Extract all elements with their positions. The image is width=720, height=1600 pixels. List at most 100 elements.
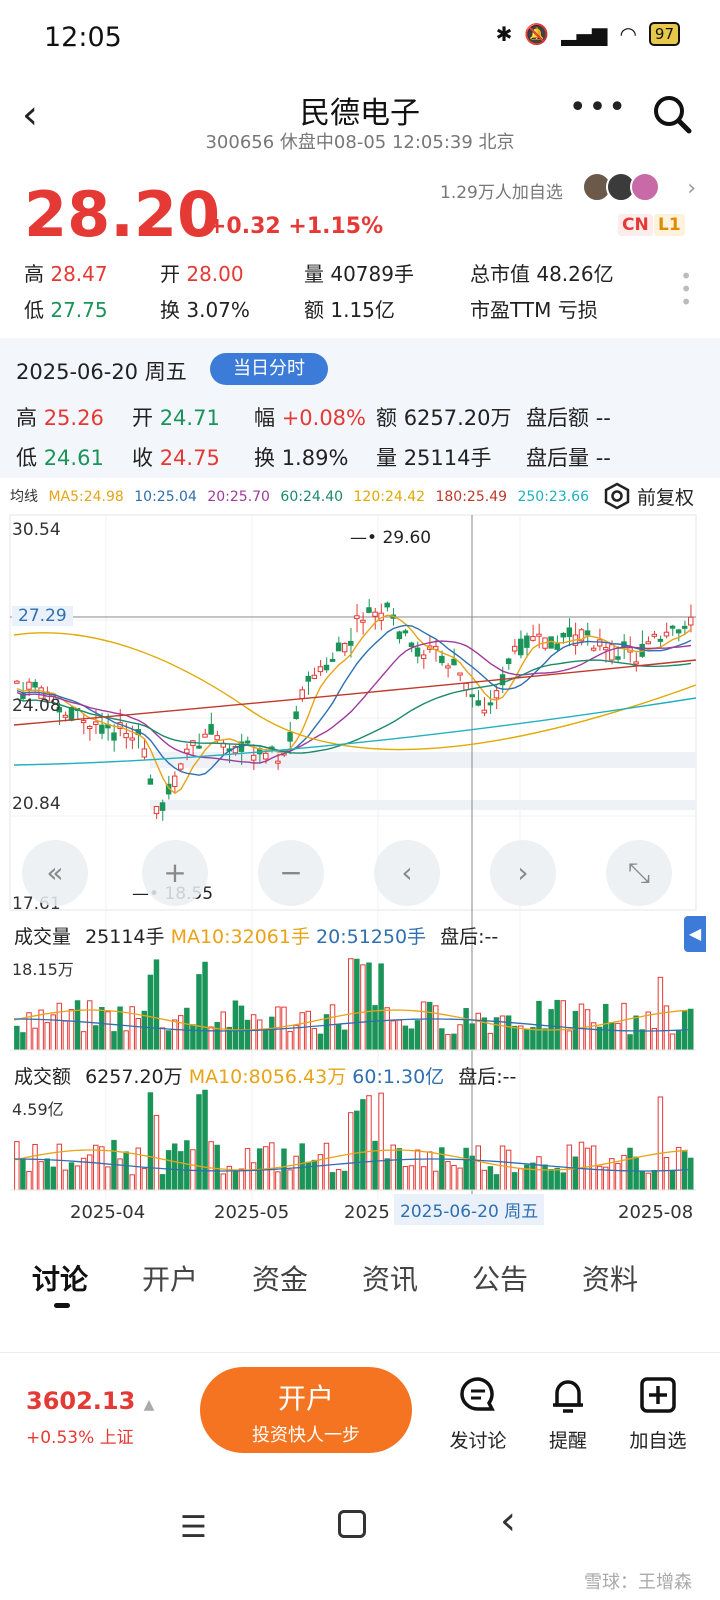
tab-news[interactable]: 资讯 [362, 1258, 418, 1298]
active-tab-indicator [54, 1303, 70, 1308]
scroll-left-icon[interactable]: ‹ [374, 840, 440, 906]
x-label-may: 2025-05 [214, 1202, 290, 1223]
max-price-mark: —• 29.60 [350, 528, 432, 548]
more-vertical-icon[interactable]: • • • [680, 266, 692, 312]
l1-badge: L1 [654, 214, 685, 236]
ma180: 180:25.49 [435, 489, 508, 505]
post-discussion-button[interactable]: 发讨论 [438, 1375, 518, 1453]
search-icon[interactable] [652, 94, 692, 134]
tab-funds[interactable]: 资金 [252, 1258, 308, 1298]
index-sub: +0.53% 上证 [26, 1428, 134, 1448]
add-watchlist-button[interactable]: 加自选 [618, 1375, 698, 1453]
hist-amt-label: 额 [376, 406, 397, 430]
plus-square-icon [640, 1377, 676, 1413]
post-discussion-label: 发讨论 [449, 1430, 507, 1452]
hist-close: 24.75 [159, 446, 220, 470]
volume-value: 40789手 [330, 262, 414, 286]
open-account-title: 开户 [277, 1382, 334, 1415]
ma20: 20:25.70 [207, 489, 270, 505]
ma60: 60:24.40 [280, 489, 344, 505]
status-bar: 12:05 ✱ 🔕 ▂▄▆ ◠ 97 [0, 0, 720, 80]
avatar-group[interactable] [582, 172, 660, 202]
hist-turn-label: 换 [254, 446, 275, 470]
open-value: 28.00 [186, 262, 244, 286]
tab-profile[interactable]: 资料 [582, 1258, 638, 1298]
status-time: 12:05 [44, 22, 122, 53]
tab-announcements[interactable]: 公告 [472, 1258, 528, 1298]
amount-header: 成交额 6257.20万 MA10:8056.43万 60:1.30亿 盘后:-… [14, 1062, 516, 1089]
volume-after: 盘后:-- [440, 926, 499, 948]
turnover-label: 换 [160, 298, 180, 322]
open-account-sub: 投资快人一步 [252, 1425, 360, 1446]
pe-label: 市盈TTM [470, 298, 552, 322]
bottom-action-bar: 3602.13 ▲ +0.53% 上证 开户 投资快人一步 发讨论 提醒 加自选 [0, 1352, 720, 1482]
stock-subtitle: 300656 休盘中08-05 12:05:39 北京 [205, 132, 515, 153]
scroll-right-icon[interactable]: › [490, 840, 556, 906]
scroll-left-fast-icon[interactable]: « [22, 840, 88, 906]
follower-count[interactable]: 1.29万人加自选 [440, 178, 563, 203]
turnover-value: 3.07% [186, 298, 250, 322]
after-vol: -- [595, 446, 611, 470]
volume-current: 25114手 [85, 926, 165, 948]
zoom-out-icon[interactable]: − [258, 840, 324, 906]
y-label-low: 20.84 [12, 794, 61, 814]
mcap-value: 48.26亿 [536, 262, 614, 286]
amount-ma10: MA10:8056.43万 [188, 1066, 347, 1088]
adjust-label: 前复权 [636, 486, 694, 509]
wifi-icon: ◠ [619, 22, 637, 46]
kline-chart[interactable]: 30.54 27.29 24.08 20.84 17.61 —• 29.60 —… [0, 510, 720, 1230]
hist-low: 24.61 [43, 446, 104, 470]
mcap-label: 总市值 [470, 262, 530, 286]
current-price: 28.20 [24, 178, 221, 251]
reminder-label: 提醒 [548, 1430, 587, 1452]
ma5: MA5:24.98 [48, 489, 124, 505]
amount-current: 6257.20万 [85, 1066, 183, 1088]
volume-header: 成交量 25114手 MA10:32061手 20:51250手 盘后:-- [14, 922, 498, 949]
ma120: 120:24.42 [353, 489, 426, 505]
hist-amt: 6257.20万 [403, 406, 512, 430]
avatar [630, 172, 660, 202]
high-label: 高 [24, 262, 44, 286]
amount-after: 盘后:-- [458, 1066, 517, 1088]
adjust-toggle[interactable]: 前复权 [603, 482, 694, 510]
change-pct: +1.15% [288, 214, 384, 239]
volume-ymax: 18.15万 [12, 960, 74, 979]
menu-icon[interactable]: ☰ [180, 1510, 207, 1545]
panel-collapse-icon[interactable]: ◀ [684, 916, 706, 952]
ma250: 250:23.66 [517, 489, 589, 505]
tab-open-account[interactable]: 开户 [142, 1258, 198, 1298]
intraday-button[interactable]: 当日分时 [210, 353, 328, 385]
amount-ma60: 60:1.30亿 [352, 1066, 445, 1088]
reminder-button[interactable]: 提醒 [528, 1375, 608, 1453]
open-account-button[interactable]: 开户 投资快人一步 [200, 1367, 412, 1453]
settings-icon [604, 482, 630, 510]
x-label-aug: 2025-08 [618, 1202, 694, 1223]
amount-value: 1.15亿 [330, 298, 395, 322]
x-cursor-label: 2025-06-20 周五 [394, 1194, 545, 1225]
chevron-right-icon[interactable]: › [687, 176, 696, 201]
volume-ma10: MA10:32061手 [170, 926, 310, 948]
y-label-top: 30.54 [12, 520, 61, 540]
zoom-in-icon[interactable]: + [142, 840, 208, 906]
index-value[interactable]: 3602.13 ▲ [26, 1387, 154, 1415]
ma10: 10:25.04 [134, 489, 197, 505]
back-nav-icon[interactable]: ‹ [500, 1498, 516, 1544]
home-icon[interactable] [338, 1510, 366, 1538]
after-amt-label: 盘后额 [526, 406, 589, 430]
x-label-apr: 2025-04 [70, 1202, 146, 1223]
fullscreen-icon[interactable]: ⤡ [606, 840, 672, 906]
y-label-cursor: 27.29 [12, 606, 73, 626]
amount-title: 成交额 [14, 1066, 72, 1088]
cn-badge: CN [618, 214, 653, 236]
ma-label: 均线 [10, 489, 38, 505]
low-value: 27.75 [50, 298, 108, 322]
after-amt: -- [595, 406, 611, 430]
tab-discuss[interactable]: 讨论 [32, 1258, 88, 1298]
high-value: 28.47 [50, 262, 108, 286]
hist-turn: 1.89% [281, 446, 349, 470]
hist-high: 25.26 [43, 406, 104, 430]
after-vol-label: 盘后量 [526, 446, 589, 470]
amount-ymax: 4.59亿 [12, 1100, 64, 1119]
more-icon[interactable]: ••• [569, 90, 628, 125]
nav-header: ‹ 民德电子 300656 休盘中08-05 12:05:39 北京 ••• [0, 80, 720, 158]
